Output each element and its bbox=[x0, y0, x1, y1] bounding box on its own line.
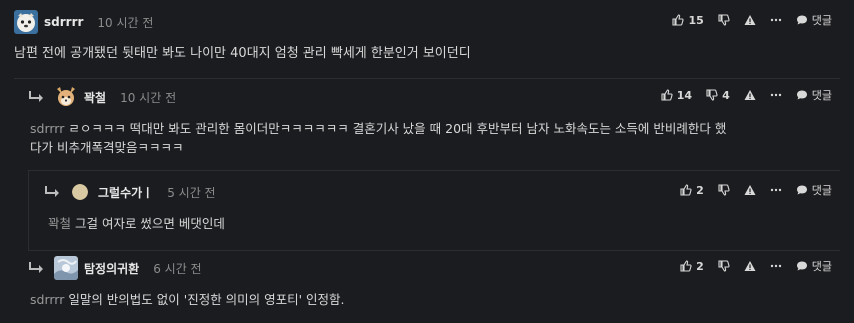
like-button[interactable]: 15 bbox=[672, 13, 704, 27]
mention[interactable]: sdrrrr bbox=[30, 121, 64, 136]
comment-text: 꽉철 그걸 여자로 썼으면 베댓인데 bbox=[48, 214, 225, 233]
speech-bubble-icon bbox=[796, 15, 807, 25]
report-button[interactable] bbox=[744, 260, 756, 272]
dislike-button[interactable] bbox=[718, 260, 730, 272]
more-dots-icon bbox=[770, 18, 781, 22]
reply-label: 댓글 bbox=[811, 89, 832, 102]
comment-text-line1: ㄹㅇㅋㅋㅋ 떡대만 봐도 관리한 몸이더만ㅋㅋㅋㅋㅋㅋ 결혼기사 났을 때 20… bbox=[64, 121, 727, 136]
more-button[interactable] bbox=[770, 14, 782, 26]
author-name[interactable]: sdrrrr bbox=[44, 15, 83, 29]
like-button[interactable]: 2 bbox=[680, 260, 704, 273]
thumbs-down-icon bbox=[706, 89, 718, 101]
comment-actions: 15 댓글 bbox=[658, 8, 832, 32]
reply-label: 댓글 bbox=[811, 260, 832, 273]
warning-icon bbox=[744, 185, 756, 195]
author-name[interactable]: 꽉철 bbox=[84, 89, 106, 106]
comment-text: sdrrrr ㄹㅇㅋㅋㅋ 떡대만 봐도 관리한 몸이더만ㅋㅋㅋㅋㅋㅋ 결혼기사 … bbox=[30, 119, 726, 157]
avatar[interactable] bbox=[54, 256, 78, 280]
timestamp: 10 시간 전 bbox=[120, 90, 177, 105]
like-count: 15 bbox=[688, 13, 704, 27]
thumbs-up-icon bbox=[661, 89, 673, 101]
reply-label: 댓글 bbox=[811, 14, 832, 27]
thumbs-up-icon bbox=[680, 260, 692, 272]
timestamp: 6 시간 전 bbox=[153, 261, 202, 276]
dislike-count: 4 bbox=[722, 88, 730, 102]
warning-icon bbox=[744, 15, 756, 25]
report-button[interactable] bbox=[744, 184, 756, 196]
speech-bubble-icon bbox=[796, 90, 807, 100]
mention[interactable]: 꽉철 bbox=[48, 216, 71, 231]
like-count: 2 bbox=[696, 183, 704, 197]
comment-actions: 14 4 댓글 bbox=[647, 83, 832, 107]
dislike-button[interactable]: 4 bbox=[706, 89, 730, 102]
comment-text: 남편 전에 공개됐던 뒷태만 봐도 나이만 40대지 엄청 관리 빡세게 한분인… bbox=[14, 46, 471, 61]
reply-button[interactable]: 댓글 bbox=[796, 258, 832, 274]
speech-bubble-icon bbox=[796, 185, 807, 195]
more-dots-icon bbox=[770, 93, 781, 97]
reply-label: 댓글 bbox=[811, 184, 832, 197]
avatar[interactable] bbox=[54, 85, 78, 109]
reply-button[interactable]: 댓글 bbox=[796, 87, 832, 103]
more-button[interactable] bbox=[770, 260, 782, 272]
like-button[interactable]: 2 bbox=[680, 184, 704, 197]
like-button[interactable]: 14 bbox=[661, 89, 692, 102]
comment-text-body: 일말의 반의법도 없이 '진정한 의미의 영포티' 인정함. bbox=[64, 292, 345, 307]
dislike-button[interactable] bbox=[718, 184, 730, 196]
report-button[interactable] bbox=[744, 14, 756, 26]
warning-icon bbox=[744, 90, 756, 100]
reply-arrow-icon bbox=[45, 186, 59, 197]
comment-actions: 2 댓글 bbox=[666, 178, 832, 202]
thumbs-down-icon bbox=[718, 260, 730, 272]
thumbs-up-icon bbox=[672, 14, 685, 26]
reply-arrow-icon bbox=[29, 262, 43, 273]
thumbs-down-icon bbox=[718, 14, 730, 26]
reply-button[interactable]: 댓글 bbox=[796, 182, 832, 198]
more-dots-icon bbox=[770, 264, 781, 268]
dislike-button[interactable] bbox=[718, 14, 730, 26]
thumbs-up-icon bbox=[680, 184, 692, 196]
avatar[interactable] bbox=[72, 184, 88, 200]
divider bbox=[14, 78, 840, 79]
more-dots-icon bbox=[770, 188, 781, 192]
comment-text: sdrrrr 일말의 반의법도 없이 '진정한 의미의 영포티' 인정함. bbox=[30, 290, 345, 309]
report-button[interactable] bbox=[744, 89, 756, 101]
thumbs-down-icon bbox=[718, 184, 730, 196]
reply-arrow-icon bbox=[29, 91, 43, 102]
reply-button[interactable]: 댓글 bbox=[796, 12, 832, 28]
thread-line bbox=[28, 170, 29, 250]
timestamp: 10 시간 전 bbox=[97, 15, 154, 30]
warning-icon bbox=[744, 261, 756, 271]
mention[interactable]: sdrrrr bbox=[30, 292, 64, 307]
speech-bubble-icon bbox=[796, 261, 807, 271]
more-button[interactable] bbox=[770, 89, 782, 101]
author-name[interactable]: 그럴수가ㅣ bbox=[98, 184, 153, 201]
like-count: 2 bbox=[696, 259, 704, 273]
divider bbox=[28, 170, 840, 171]
divider bbox=[28, 250, 840, 251]
author-name[interactable]: 탐정의귀환 bbox=[84, 260, 139, 277]
comment-actions: 2 댓글 bbox=[666, 254, 832, 278]
avatar[interactable] bbox=[14, 10, 38, 34]
like-count: 14 bbox=[676, 88, 693, 102]
comment-text-line2: 다가 비추개폭격맞음ㅋㅋㅋㅋ bbox=[30, 140, 184, 155]
more-button[interactable] bbox=[770, 184, 782, 196]
timestamp: 5 시간 전 bbox=[167, 185, 216, 200]
comment-text-body: 그걸 여자로 썼으면 베댓인데 bbox=[71, 216, 225, 231]
